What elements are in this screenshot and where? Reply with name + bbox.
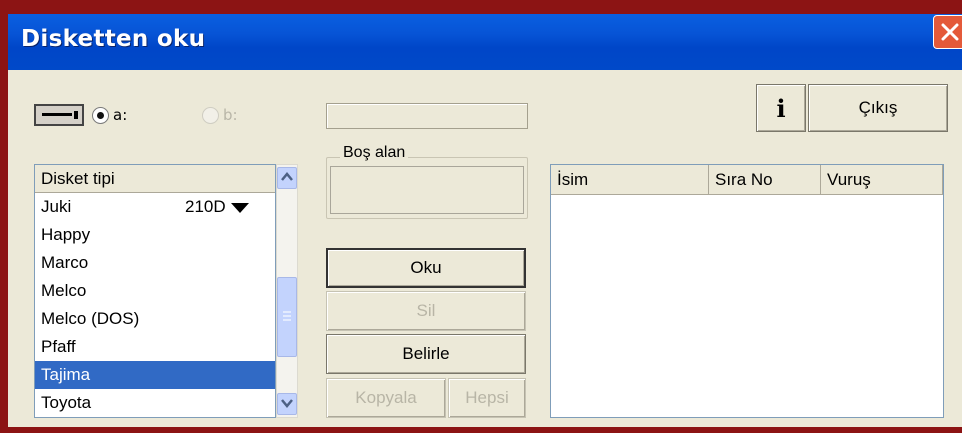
drive-b-radio[interactable] [202, 107, 219, 124]
list-item[interactable]: Marco [35, 249, 275, 277]
read-button-label: Oku [410, 258, 442, 277]
title-bar[interactable]: Disketten oku [8, 14, 962, 70]
list-item[interactable]: Juki 210D [35, 193, 275, 221]
triangle-down-icon [231, 203, 249, 213]
column-header-order[interactable]: Sıra No [709, 165, 821, 195]
list-item[interactable]: Toyota [35, 389, 275, 417]
info-button[interactable]: i [756, 84, 806, 132]
disk-type-header: Disket tipi [35, 165, 275, 193]
list-item[interactable]: Melco [35, 277, 275, 305]
drive-a-label[interactable]: a: [113, 106, 127, 124]
close-icon [941, 23, 959, 41]
exit-button-label: Çıkış [858, 98, 898, 117]
close-button[interactable] [933, 15, 962, 49]
read-button[interactable]: Oku [326, 248, 526, 288]
list-item-selected[interactable]: Tajima [35, 361, 275, 389]
delete-button-label: Sil [416, 301, 436, 320]
scroll-up-button[interactable] [277, 167, 297, 189]
copy-button[interactable]: Kopyala [326, 378, 446, 418]
define-button[interactable]: Belirle [326, 334, 526, 374]
list-item[interactable]: Melco (DOS) [35, 305, 275, 333]
delete-button[interactable]: Sil [326, 291, 526, 331]
free-space-value [330, 166, 524, 214]
scroll-thumb[interactable] [277, 277, 297, 357]
chevron-up-icon [281, 172, 293, 181]
floppy-drive-icon [34, 104, 84, 126]
define-button-label: Belirle [402, 344, 450, 363]
column-header-stitch[interactable]: Vuruş [821, 165, 943, 195]
all-button[interactable]: Hepsi [448, 378, 526, 418]
drive-a-radio[interactable] [92, 107, 109, 124]
info-icon: i [776, 93, 786, 123]
drive-path-field [326, 103, 528, 129]
list-item[interactable]: Happy [35, 221, 275, 249]
column-header-name[interactable]: İsim [551, 165, 709, 195]
all-button-label: Hepsi [465, 388, 509, 407]
copy-button-label: Kopyala [355, 388, 417, 407]
disk-type-scrollbar[interactable] [276, 164, 298, 418]
file-list[interactable]: İsim Sıra No Vuruş [550, 164, 944, 418]
scroll-down-button[interactable] [277, 393, 297, 415]
grip-icon [283, 311, 291, 321]
free-space-label: Boş alan [340, 144, 409, 162]
drive-b-label[interactable]: b: [223, 106, 238, 124]
exit-button[interactable]: Çıkış [808, 84, 948, 132]
list-item[interactable]: Pfaff [35, 333, 275, 361]
window-frame-bottom [8, 427, 962, 433]
disk-type-list[interactable]: Disket tipi Juki 210D Happy Marco Melco … [34, 164, 276, 418]
chevron-down-icon [281, 399, 293, 408]
window-title: Disketten oku [21, 26, 206, 52]
list-item-extra: 210D [185, 197, 226, 216]
